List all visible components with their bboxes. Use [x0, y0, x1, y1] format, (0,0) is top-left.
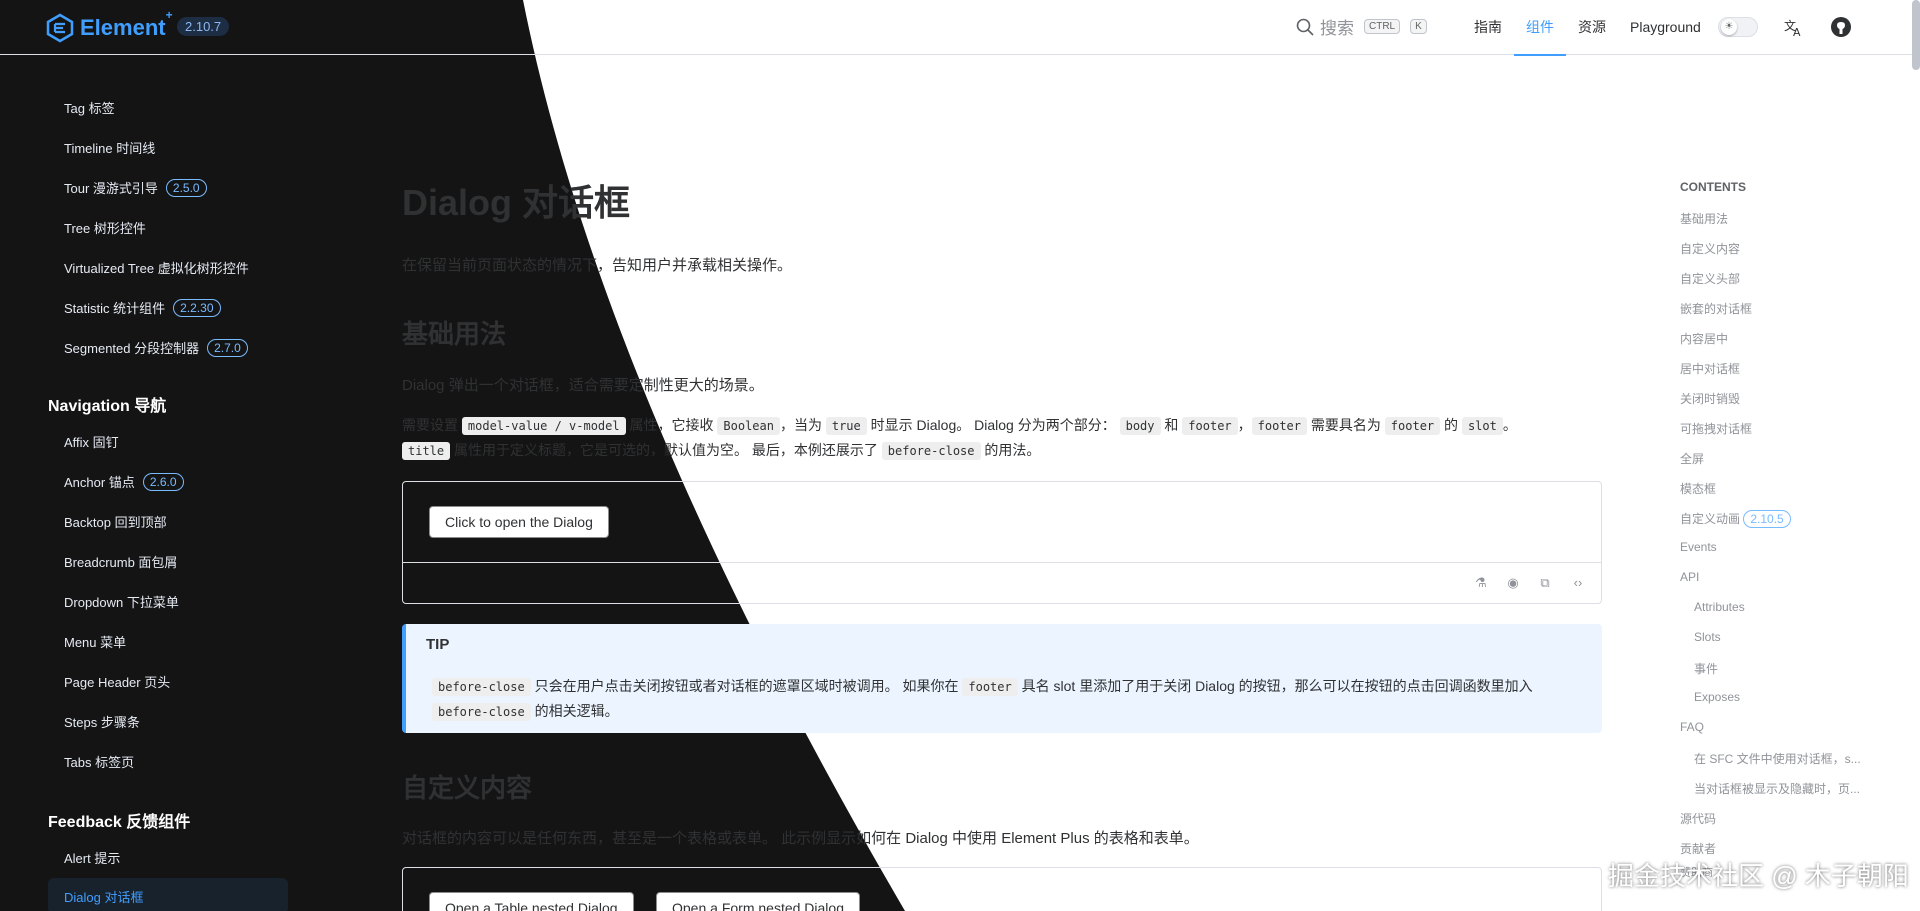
group-title-navigation: Navigation 导航 [48, 398, 167, 415]
watermark: 掘金技术社区 @ 木子朝阳 [1608, 861, 1909, 891]
open-dialog-button[interactable]: Click to open the Dialog [429, 506, 609, 538]
search-icon [1296, 18, 1314, 36]
sun-icon: ☀ [1721, 19, 1737, 35]
sidebar: Tag 标签 Timeline 时间线 Tour 漫游式引导 2.5.0 Tree… [0, 56, 300, 911]
top-header: Element+ 2.10.7 搜索 CTRL K 指南 组件 资源 Playg… [0, 0, 1920, 56]
scrollbar[interactable] [1912, 0, 1920, 70]
version-badge: 2.10.7 [177, 17, 230, 36]
nav-component[interactable]: 组件 [1514, 0, 1566, 56]
sidebar-item-menu[interactable]: Menu 菜单 [64, 632, 126, 651]
sidebar-item-statistic[interactable]: Statistic 统计组件 2.2.30 [64, 298, 221, 317]
page-intro: 在保留当前页面状态的情况下，告知用户并承载相关操作。 [402, 257, 793, 274]
kbd-k: K [1410, 19, 1427, 34]
toc-item[interactable]: 关闭时销毁 [1680, 390, 1740, 407]
sidebar-item-anchor[interactable]: Anchor 锚点 2.6.0 [64, 472, 184, 491]
playground-icon[interactable]: ⚗ [1472, 574, 1490, 592]
toc-title: CONTENTS [1680, 180, 1746, 194]
version-badge: 2.10.5 [1743, 510, 1791, 528]
toc-item[interactable]: 模态框 [1680, 480, 1716, 497]
logo-text: Element+ [80, 7, 173, 40]
toc-item[interactable]: 内容居中 [1680, 330, 1728, 347]
sidebar-item-affix[interactable]: Affix 固钉 [64, 432, 119, 451]
toc-item[interactable]: Events [1680, 540, 1717, 554]
basic-detail-line1: 需要设置 model-value / v-model 属性，它接收 Boolea… [402, 417, 1517, 435]
toc-item[interactable]: 居中对话框 [1680, 360, 1740, 377]
code-icon[interactable]: ‹› [1569, 574, 1587, 592]
sidebar-item-tag[interactable]: Tag 标签 [64, 98, 115, 117]
toc-item[interactable]: 在 SFC 文件中使用对话框，s... [1694, 750, 1861, 767]
toc-item[interactable]: Slots [1694, 630, 1721, 644]
version-badge: 2.5.0 [165, 178, 207, 197]
sidebar-item-steps[interactable]: Steps 步骤条 [64, 712, 140, 731]
sidebar-item-tour[interactable]: Tour 漫游式引导 2.5.0 [64, 178, 207, 197]
toc-item[interactable]: 事件 [1694, 660, 1718, 677]
nav-guide[interactable]: 指南 [1462, 0, 1514, 55]
toc-item-custom-animation[interactable]: 自定义动画 2.10.5 [1680, 510, 1791, 528]
sidebar-item-tabs[interactable]: Tabs 标签页 [64, 752, 134, 771]
element-logo-icon [46, 13, 74, 43]
toc-item[interactable]: 当对话框被显示及隐藏时，页... [1694, 780, 1860, 797]
custom-description: 对话框的内容可以是任何东西，甚至是一个表格或表单。 此示例显示如何在 Dialo… [402, 830, 1199, 847]
theme-toggle[interactable]: ☀ [1718, 17, 1758, 37]
demo-block-custom: Open a Table nested Dialog Open a Form n… [402, 867, 1602, 911]
svg-text:A: A [1793, 26, 1801, 38]
sidebar-item-dialog[interactable]: Dialog 对话框 [48, 878, 288, 911]
section-title-custom: 自定义内容 [402, 773, 533, 803]
sidebar-item-page-header[interactable]: Page Header 页头 [64, 672, 170, 691]
open-form-dialog-button[interactable]: Open a Form nested Dialog [656, 892, 860, 911]
sidebar-item-alert[interactable]: Alert 提示 [64, 848, 120, 867]
toc-item[interactable]: 自定义头部 [1680, 270, 1740, 287]
github-icon[interactable]: ◉ [1504, 574, 1522, 592]
sidebar-item-breadcrumb[interactable]: Breadcrumb 面包屑 [64, 552, 177, 571]
toc-item[interactable]: 源代码 [1680, 810, 1716, 827]
table-of-contents: CONTENTS 基础用法 自定义内容 自定义头部 嵌套的对话框 内容居中 居中… [1680, 180, 1900, 879]
basic-description: Dialog 弹出一个对话框，适合需要定制性更大的场景。 [402, 377, 764, 394]
version-badge: 2.7.0 [207, 338, 248, 357]
sidebar-item-segmented[interactable]: Segmented 分段控制器 2.7.0 [64, 338, 248, 357]
github-icon[interactable] [1830, 16, 1852, 38]
page-title: Dialog 对话框 [402, 182, 631, 223]
main-content: Dialog 对话框 在保留当前页面状态的情况下，告知用户并承载相关操作。 基础… [402, 56, 1602, 911]
toc-item[interactable]: 基础用法 [1680, 210, 1728, 227]
toc-item[interactable]: 贡献者 [1680, 840, 1716, 857]
logo[interactable]: Element+ [46, 7, 173, 43]
toc-item[interactable]: Attributes [1694, 600, 1745, 614]
app-root: Element+ 2.10.7 搜索 CTRL K 指南 组件 资源 Playg… [0, 0, 1920, 911]
toc-item[interactable]: API [1680, 570, 1699, 584]
version-badge: 2.2.30 [173, 298, 221, 317]
search-button[interactable]: 搜索 CTRL K [1296, 14, 1427, 39]
demo-toolbar: ⚗ ◉ ⧉ ‹› [403, 562, 1601, 603]
open-table-dialog-button[interactable]: Open a Table nested Dialog [429, 892, 634, 911]
version-badge: 2.6.0 [142, 472, 184, 491]
toc-item[interactable]: 嵌套的对话框 [1680, 300, 1752, 317]
basic-detail-line2: title 属性用于定义标题，它是可选的，默认值为空。 最后，本例还展示了 be… [402, 440, 1040, 460]
sidebar-item-timeline[interactable]: Timeline 时间线 [64, 138, 155, 157]
tip-text: before-close 只会在用户点击关闭按钮或者对话框的遮罩区域时被调用。 … [432, 674, 1592, 724]
tip-block: TIP before-close 只会在用户点击关闭按钮或者对话框的遮罩区域时被… [402, 624, 1602, 733]
sidebar-item-backtop[interactable]: Backtop 回到顶部 [64, 512, 167, 531]
demo-block-basic: Click to open the Dialog ⚗ ◉ ⧉ ‹› [402, 481, 1602, 604]
toc-item[interactable]: 全屏 [1680, 450, 1704, 467]
nav-resource[interactable]: 资源 [1566, 0, 1618, 55]
copy-icon[interactable]: ⧉ [1536, 574, 1554, 592]
toc-item[interactable]: 自定义内容 [1680, 240, 1740, 257]
sidebar-item-tree[interactable]: Tree 树形控件 [64, 218, 146, 237]
search-placeholder: 搜索 [1320, 19, 1354, 38]
translate-icon[interactable]: 文A [1783, 16, 1805, 39]
kbd-ctrl: CTRL [1364, 19, 1401, 34]
toc-item[interactable]: 可拖拽对话框 [1680, 420, 1752, 437]
group-title-feedback: Feedback 反馈组件 [48, 814, 191, 831]
sidebar-item-dropdown[interactable]: Dropdown 下拉菜单 [64, 592, 179, 611]
sidebar-item-virtualized-tree[interactable]: Virtualized Tree 虚拟化树形控件 [64, 258, 249, 277]
nav-playground[interactable]: Playground [1618, 0, 1713, 55]
toc-item[interactable]: FAQ [1680, 720, 1704, 734]
toc-item[interactable]: Exposes [1694, 690, 1740, 704]
section-title-basic: 基础用法 [402, 319, 507, 349]
tip-title: TIP [426, 636, 450, 653]
top-nav: 指南 组件 资源 Playground [1462, 0, 1713, 56]
